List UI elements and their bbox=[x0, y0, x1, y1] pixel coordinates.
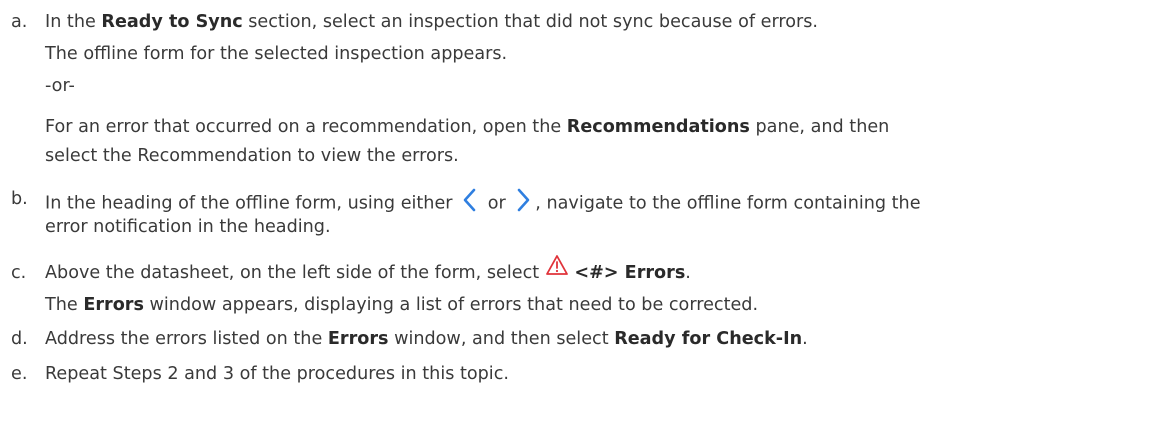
step-a-result: The offline form for the selected inspec… bbox=[45, 44, 508, 64]
chevron-right-icon bbox=[511, 187, 535, 220]
step-b-line2: error notification in the heading. bbox=[45, 217, 331, 237]
step-a-alternative: For an error that occurred on a recommen… bbox=[45, 117, 890, 137]
ready-to-sync-label: Ready to Sync bbox=[101, 12, 243, 32]
step-a-or: -or- bbox=[45, 76, 75, 96]
warning-triangle-icon bbox=[545, 254, 569, 283]
step-c-result: The Errors window appears, displaying a … bbox=[45, 295, 759, 315]
chevron-left-icon bbox=[458, 187, 482, 220]
procedure-document: a. In the Ready to Sync section, select … bbox=[0, 0, 1155, 431]
step-marker-c: c. bbox=[11, 263, 27, 283]
errors-link-label: <#> Errors bbox=[574, 263, 686, 283]
step-marker-b: b. bbox=[11, 189, 28, 209]
errors-window-ref: Errors bbox=[327, 329, 389, 349]
recommendations-label: Recommendations bbox=[566, 117, 750, 137]
ready-for-check-in-label: Ready for Check-In bbox=[614, 329, 803, 349]
step-d-text: Address the errors listed on the Errors … bbox=[45, 329, 808, 349]
step-c-text: Above the datasheet, on the left side of… bbox=[45, 254, 691, 285]
step-marker-a: a. bbox=[11, 12, 28, 32]
step-a-alternative-line2: select the Recommendation to view the er… bbox=[45, 146, 459, 166]
step-e-text: Repeat Steps 2 and 3 of the procedures i… bbox=[45, 364, 509, 384]
errors-window-label: Errors bbox=[83, 295, 144, 315]
step-marker-d: d. bbox=[11, 329, 28, 349]
step-a-text: In the Ready to Sync section, select an … bbox=[45, 12, 818, 32]
step-marker-e: e. bbox=[11, 364, 28, 384]
